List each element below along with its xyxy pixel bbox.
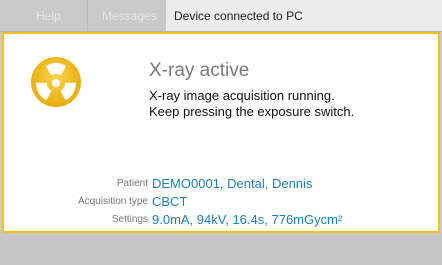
- connection-status-text: Device connected to PC: [174, 8, 303, 23]
- settings-value: 9.0mA, 94kV, 16.4s, 776mGycm²: [152, 212, 343, 227]
- settings-label: Settings: [111, 214, 148, 225]
- alert-message: X-ray image acquisition running. Keep pr…: [149, 88, 354, 120]
- top-bar: Help Messages Device connected to PC: [0, 0, 442, 32]
- acquisition-type-label: Acquisition type: [77, 196, 148, 207]
- xray-alert-panel: X-ray active X-ray image acquisition run…: [2, 32, 440, 233]
- detail-row-settings: Settings 9.0mA, 94kV, 16.4s, 776mGycm²: [4, 212, 438, 230]
- radiation-icon: [30, 56, 82, 108]
- alert-message-line-1: X-ray image acquisition running.: [149, 88, 335, 103]
- bottom-bar: [0, 233, 442, 265]
- tab-messages-label: Messages: [102, 8, 157, 23]
- alert-message-line-2: Keep pressing the exposure switch.: [149, 104, 355, 119]
- connection-status: Device connected to PC: [166, 0, 442, 31]
- alert-title: X-ray active: [149, 60, 250, 81]
- detail-row-patient: Patient DEMO0001, Dental, Dennis: [4, 176, 438, 194]
- tab-help[interactable]: Help: [0, 0, 88, 31]
- tab-help-label: Help: [36, 8, 61, 23]
- patient-value: DEMO0001, Dental, Dennis: [152, 176, 313, 191]
- detail-row-acquisition-type: Acquisition type CBCT: [4, 194, 438, 212]
- acquisition-type-value: CBCT: [152, 194, 188, 209]
- tab-messages[interactable]: Messages: [88, 0, 166, 31]
- patient-label: Patient: [116, 178, 148, 189]
